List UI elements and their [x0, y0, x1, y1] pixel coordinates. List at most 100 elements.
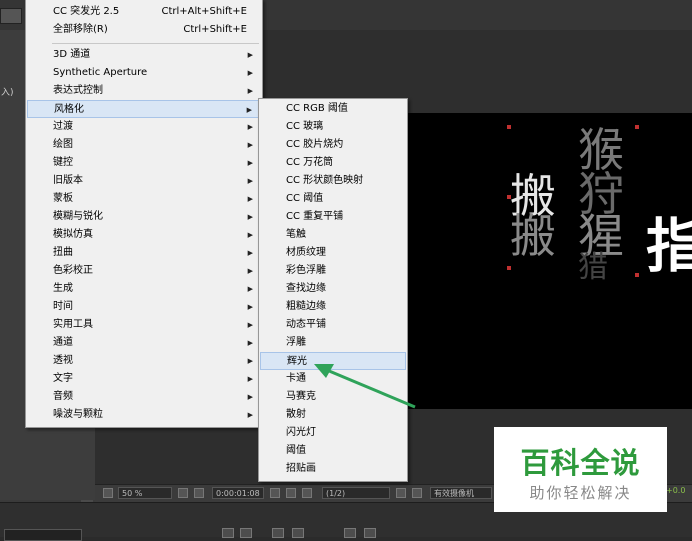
chevron-right-icon: ▶ — [247, 69, 253, 77]
selection-handle[interactable] — [507, 125, 511, 129]
menu-item-label: 实用工具 — [53, 319, 93, 330]
roi-icon[interactable] — [396, 488, 406, 498]
chevron-right-icon: ▶ — [247, 303, 253, 311]
submenu-item[interactable]: 马赛克 — [260, 388, 406, 406]
zoom-dropdown[interactable]: 50 % — [118, 487, 172, 499]
menu-item-label: 过渡 — [53, 121, 73, 132]
menu-item-label: CC 突发光 2.5 — [53, 6, 120, 17]
menu-item-label: 音频 — [53, 391, 73, 402]
submenu-item[interactable]: 卡通 — [260, 370, 406, 388]
snapshot-icon[interactable] — [270, 488, 280, 498]
text-glyph: 搬 — [510, 209, 556, 263]
menu-item-label: 风格化 — [54, 104, 84, 115]
submenu-item[interactable]: 散射 — [260, 406, 406, 424]
menu-item-stylize[interactable]: 风格化 ▶ — [27, 100, 261, 118]
submenu-item[interactable]: CC RGB 阈值 — [260, 100, 406, 118]
submenu-item-label: 招贴画 — [286, 463, 316, 474]
submenu-item[interactable]: CC 形状颜色映射 — [260, 172, 406, 190]
menu-item-3d-channel[interactable]: 3D 通道 ▶ — [27, 46, 261, 64]
submenu-item[interactable]: 笔触 — [260, 226, 406, 244]
submenu-item[interactable]: 动态平铺 — [260, 316, 406, 334]
selection-handle[interactable] — [635, 273, 639, 277]
chevron-right-icon: ▶ — [247, 159, 253, 167]
menu-item-text[interactable]: 文字 ▶ — [27, 370, 261, 388]
menu-item-keying[interactable]: 键控 ▶ — [27, 154, 261, 172]
submenu-item-label: 动态平铺 — [286, 319, 326, 330]
effect-menu: CC 突发光 2.5 Ctrl+Alt+Shift+E 全部移除(R) Ctrl… — [25, 0, 263, 428]
menu-item-cc-light-burst[interactable]: CC 突发光 2.5 Ctrl+Alt+Shift+E — [27, 3, 261, 21]
timeline-tool-icon[interactable] — [344, 528, 356, 538]
color-channel-icon[interactable] — [302, 488, 312, 498]
menu-item-label: 时间 — [53, 301, 73, 312]
menu-item-paint[interactable]: 绘图 ▶ — [27, 136, 261, 154]
timeline-tool-icon[interactable] — [222, 528, 234, 538]
menu-item-distort[interactable]: 扭曲 ▶ — [27, 244, 261, 262]
submenu-item-label: CC 形状颜色映射 — [286, 175, 364, 186]
menu-item-noise-grain[interactable]: 噪波与颗粒 ▶ — [27, 406, 261, 424]
menu-item-generate[interactable]: 生成 ▶ — [27, 280, 261, 298]
watermark-title: 百科全说 — [520, 446, 641, 480]
submenu-item[interactable]: 闪光灯 — [260, 424, 406, 442]
exposure-value[interactable]: +0.0 — [666, 486, 685, 495]
submenu-item[interactable]: 材质纹理 — [260, 244, 406, 262]
menu-item-remove-all[interactable]: 全部移除(R) Ctrl+Shift+E — [27, 21, 261, 39]
chevron-right-icon: ▶ — [247, 321, 253, 329]
menu-item-label: 扭曲 — [53, 247, 73, 258]
submenu-item-label: CC 阈值 — [286, 193, 324, 204]
submenu-item[interactable]: 招贴画 — [260, 460, 406, 478]
submenu-item[interactable]: 彩色浮雕 — [260, 262, 406, 280]
submenu-item-label: 彩色浮雕 — [286, 265, 326, 276]
selection-handle[interactable] — [507, 266, 511, 270]
panel-dropdown[interactable] — [0, 8, 22, 24]
menu-item-color-correction[interactable]: 色彩校正 ▶ — [27, 262, 261, 280]
menu-item-obsolete[interactable]: 旧版本 ▶ — [27, 172, 261, 190]
submenu-item[interactable]: 阈值 — [260, 442, 406, 460]
submenu-item[interactable]: CC 胶片烧灼 — [260, 136, 406, 154]
submenu-item[interactable]: CC 玻璃 — [260, 118, 406, 136]
submenu-item[interactable]: CC 重复平铺 — [260, 208, 406, 226]
menu-item-time[interactable]: 时间 ▶ — [27, 298, 261, 316]
timeline-tool-icon[interactable] — [364, 528, 376, 538]
menu-item-perspective[interactable]: 透视 ▶ — [27, 352, 261, 370]
submenu-item-glow[interactable]: 辉光 — [260, 352, 406, 370]
menu-item-simulation[interactable]: 模拟仿真 ▶ — [27, 226, 261, 244]
region-icon[interactable] — [103, 488, 113, 498]
menu-item-label: 文字 — [53, 373, 73, 384]
submenu-item-label: CC 胶片烧灼 — [286, 139, 344, 150]
mask-icon[interactable] — [194, 488, 204, 498]
menu-item-expression-controls[interactable]: 表达式控制 ▶ — [27, 82, 261, 100]
timecode-field[interactable]: 0:00:01:08 — [212, 487, 264, 499]
submenu-item-label: 卡通 — [286, 373, 306, 384]
camera-dropdown[interactable]: 有效摄像机 — [430, 487, 492, 499]
menu-item-channel[interactable]: 通道 ▶ — [27, 334, 261, 352]
submenu-item[interactable]: 浮雕 — [260, 334, 406, 352]
chevron-right-icon: ▶ — [247, 393, 253, 401]
resolution-dropdown[interactable]: (1/2) — [322, 487, 390, 499]
submenu-item-label: CC 万花筒 — [286, 157, 334, 168]
submenu-item-label: CC 重复平铺 — [286, 211, 344, 222]
submenu-item-label: 散射 — [286, 409, 306, 420]
timeline-tool-icon[interactable] — [240, 528, 252, 538]
submenu-item-label: CC RGB 阈值 — [286, 103, 348, 114]
timeline-tool-icon[interactable] — [292, 528, 304, 538]
grid-icon[interactable] — [178, 488, 188, 498]
chevron-right-icon: ▶ — [247, 357, 253, 365]
submenu-item[interactable]: CC 万花筒 — [260, 154, 406, 172]
transparency-grid-icon[interactable] — [412, 488, 422, 498]
menu-item-blur-sharpen[interactable]: 模糊与锐化 ▶ — [27, 208, 261, 226]
show-snapshot-icon[interactable] — [286, 488, 296, 498]
menu-item-transition[interactable]: 过渡 ▶ — [27, 118, 261, 136]
submenu-item[interactable]: 查找边缘 — [260, 280, 406, 298]
submenu-item-label: 浮雕 — [286, 337, 306, 348]
chevron-right-icon: ▶ — [247, 375, 253, 383]
timeline-search-field[interactable] — [4, 529, 82, 541]
menu-item-utility[interactable]: 实用工具 ▶ — [27, 316, 261, 334]
submenu-item[interactable]: CC 阈值 — [260, 190, 406, 208]
timeline-tool-icon[interactable] — [272, 528, 284, 538]
submenu-item[interactable]: 粗糙边缘 — [260, 298, 406, 316]
menu-item-matte[interactable]: 蒙板 ▶ — [27, 190, 261, 208]
selection-handle[interactable] — [635, 125, 639, 129]
menu-item-label: 键控 — [53, 157, 73, 168]
menu-item-synthetic-aperture[interactable]: Synthetic Aperture ▶ — [27, 64, 261, 82]
menu-item-audio[interactable]: 音频 ▶ — [27, 388, 261, 406]
